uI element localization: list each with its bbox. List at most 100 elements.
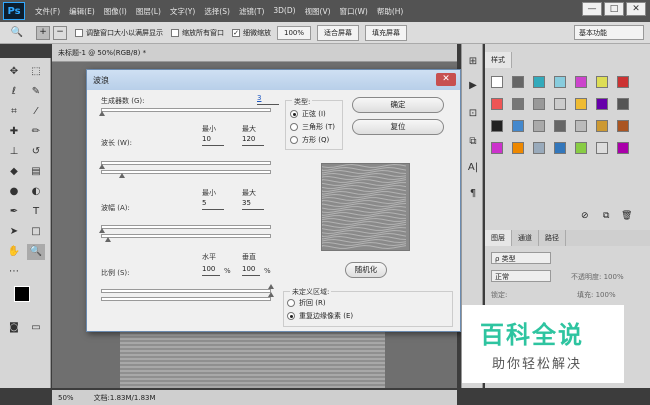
menu-item[interactable]: 文字(Y) [170, 6, 195, 17]
screen-mode-icon[interactable]: ▭ [27, 320, 45, 336]
style-swatch[interactable] [533, 98, 545, 110]
style-swatch[interactable] [512, 76, 524, 88]
brush-tool-icon[interactable]: ✏ [27, 124, 45, 140]
maximize-icon[interactable]: □ [604, 2, 624, 16]
zoom-tool-icon[interactable]: 🔍 [27, 244, 45, 260]
style-swatch[interactable] [533, 120, 545, 132]
tab-layers[interactable]: 图层 [485, 230, 512, 246]
style-swatch[interactable] [596, 142, 608, 154]
style-swatch[interactable] [554, 76, 566, 88]
randomize-button[interactable]: 随机化 [345, 262, 387, 278]
style-swatch[interactable] [575, 120, 587, 132]
style-swatch[interactable] [491, 98, 503, 110]
path-select-icon[interactable]: ➤ [5, 224, 23, 240]
style-swatch[interactable] [491, 120, 503, 132]
document-canvas[interactable] [120, 332, 385, 388]
repeat-edge-radio[interactable]: 重复边缘像素 (E) [287, 311, 353, 321]
zoom-readout[interactable]: 50% [58, 394, 74, 402]
eyedropper-icon[interactable]: ⁄ [27, 104, 45, 120]
more-tools-icon[interactable]: ⋯ [5, 264, 23, 280]
menu-item[interactable]: 3D(D) [273, 6, 295, 17]
scale-vertical-field[interactable]: 100 [242, 265, 260, 276]
style-swatch[interactable] [617, 98, 629, 110]
close-window-icon[interactable]: ✕ [626, 2, 646, 16]
amplitude-min-thumb[interactable] [99, 228, 105, 233]
paragraph-panel-icon[interactable]: ¶ [464, 186, 482, 202]
menu-item[interactable]: 视图(V) [305, 6, 331, 17]
type-square-radio[interactable]: 方形 (Q) [290, 135, 329, 145]
resize-windows-checkbox[interactable]: 调整窗口大小以满屏显示 [75, 28, 163, 38]
zoom-tool-icon[interactable]: 🔍 [8, 25, 26, 41]
amplitude-max-thumb[interactable] [105, 237, 111, 242]
tab-styles[interactable]: 样式 [485, 52, 512, 68]
wavelength-min-field[interactable]: 10 [202, 135, 224, 146]
menu-item[interactable]: 选择(S) [204, 6, 230, 17]
wavelength-max-thumb[interactable] [119, 173, 125, 178]
menu-item[interactable]: 文件(F) [35, 6, 60, 17]
wavelength-min-thumb[interactable] [99, 164, 105, 169]
scale-horizontal-slider[interactable] [101, 289, 271, 293]
menu-item[interactable]: 帮助(H) [377, 6, 404, 17]
quick-select-icon[interactable]: ✎ [27, 84, 45, 100]
zoom-out-icon[interactable]: − [53, 25, 67, 40]
quick-mask-icon[interactable]: ◙ [5, 320, 23, 336]
properties-panel-icon[interactable]: ⊡ [464, 106, 482, 122]
history-panel-icon[interactable]: ⊞ [464, 54, 482, 70]
amplitude-min-field[interactable]: 5 [202, 199, 224, 210]
style-swatch[interactable] [575, 142, 587, 154]
menu-item[interactable]: 滤镜(T) [239, 6, 264, 17]
style-swatch[interactable] [596, 98, 608, 110]
style-swatch[interactable] [617, 76, 629, 88]
rectangle-tool-icon[interactable]: □ [27, 224, 45, 240]
type-tool-icon[interactable]: T [27, 204, 45, 220]
history-brush-icon[interactable]: ↺ [27, 144, 45, 160]
type-triangle-radio[interactable]: 三角形 (T) [290, 122, 335, 132]
menu-item[interactable]: 图像(I) [104, 6, 127, 17]
style-swatch[interactable] [554, 120, 566, 132]
scale-vertical-thumb[interactable] [268, 292, 274, 297]
ok-button[interactable]: 确定 [352, 97, 444, 113]
style-swatch[interactable] [617, 120, 629, 132]
reset-button[interactable]: 复位 [352, 119, 444, 135]
zoom-in-icon[interactable]: + [36, 25, 50, 40]
scale-horizontal-field[interactable]: 100 [202, 265, 220, 276]
menu-item[interactable]: 编辑(E) [69, 6, 95, 17]
wrap-around-radio[interactable]: 折回 (R) [287, 298, 326, 308]
amplitude-max-slider[interactable] [101, 234, 271, 238]
fill-field[interactable]: 填充: 100% [577, 290, 616, 300]
document-tab[interactable]: 未标题-1 @ 50%(RGB/8) * [52, 44, 457, 62]
scrubby-zoom-checkbox[interactable]: ✓ 细微缩放 [232, 28, 271, 38]
fit-screen-button[interactable]: 适合屏幕 [317, 24, 360, 41]
style-swatch[interactable] [554, 98, 566, 110]
close-icon[interactable]: ✕ [436, 73, 456, 86]
workspace-select[interactable]: 基本功能 [574, 25, 644, 40]
zoom-100-button[interactable]: 100% [277, 25, 312, 40]
blur-icon[interactable]: ● [5, 184, 23, 200]
style-swatch[interactable] [533, 142, 545, 154]
hand-tool-icon[interactable]: ✋ [5, 244, 23, 260]
eraser-icon[interactable]: ◆ [5, 164, 23, 180]
pen-tool-icon[interactable]: ✒ [5, 204, 23, 220]
wavelength-max-field[interactable]: 120 [242, 135, 264, 146]
style-swatch[interactable] [491, 142, 503, 154]
scale-vertical-slider[interactable] [101, 297, 271, 301]
generators-field[interactable]: 3 [257, 94, 279, 105]
new-style-icon[interactable]: ⧉ [603, 211, 609, 221]
tab-channels[interactable]: 通道 [512, 230, 539, 246]
lasso-tool-icon[interactable]: ℓ [5, 84, 23, 100]
dodge-icon[interactable]: ◐ [27, 184, 45, 200]
clone-source-icon[interactable]: ⧉ [464, 134, 482, 150]
style-swatch[interactable] [512, 120, 524, 132]
gradient-icon[interactable]: ▤ [27, 164, 45, 180]
type-sine-radio[interactable]: 正弦 (I) [290, 109, 326, 119]
clone-stamp-icon[interactable]: ⊥ [5, 144, 23, 160]
character-panel-icon[interactable]: A| [464, 160, 482, 176]
wavelength-max-slider[interactable] [101, 170, 271, 174]
menu-item[interactable]: 图层(L) [136, 6, 161, 17]
generators-slider[interactable] [101, 108, 271, 112]
layer-kind-filter[interactable]: ρ 类型 [491, 252, 551, 264]
trash-icon[interactable]: 🗑 [621, 211, 632, 221]
healing-brush-icon[interactable]: ✚ [5, 124, 23, 140]
style-swatch[interactable] [596, 76, 608, 88]
foreground-color-swatch[interactable] [14, 286, 30, 302]
